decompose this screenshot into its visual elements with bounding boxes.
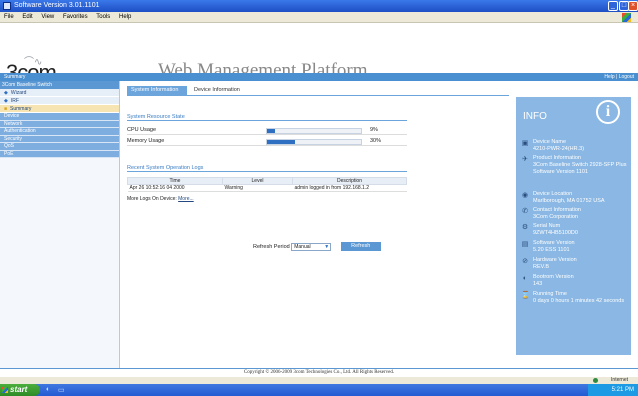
cpu-usage-fill bbox=[267, 129, 276, 133]
refresh-button[interactable]: Refresh bbox=[340, 242, 381, 252]
memory-usage-value: 30% bbox=[370, 138, 382, 144]
refresh-controls: Refresh Period Manual ▼ Refresh bbox=[253, 242, 381, 252]
column-header-description: Description bbox=[292, 177, 407, 185]
sidebar-item-summary[interactable]: ■ Summary bbox=[0, 105, 119, 113]
log-time: Apr 26 10:52:16 04 2000 bbox=[127, 184, 223, 192]
close-button[interactable]: × bbox=[628, 1, 638, 11]
sidebar: 3Com Baseline Switch ◆ Wizard ◆ IRF ■ Summa… bbox=[0, 81, 120, 368]
log-description: admin logged in from 192.168.1.2 bbox=[292, 184, 407, 192]
sidebar-item-authentication[interactable]: Authentication bbox=[0, 128, 119, 136]
menu-edit[interactable]: Edit bbox=[22, 14, 32, 20]
cpu-usage-bar bbox=[266, 128, 362, 134]
info-value: 9ZWT4HB5100D0 bbox=[533, 229, 578, 236]
info-icon: i bbox=[596, 100, 620, 124]
menu-favorites[interactable]: Favorites bbox=[63, 14, 88, 20]
quicklaunch-desktop-icon[interactable]: ▭ bbox=[58, 386, 65, 394]
memory-usage-label: Memory Usage bbox=[127, 138, 165, 144]
info-value: REV.B bbox=[533, 263, 550, 270]
table-row: Apr 26 10:52:16 04 2000 Warning admin lo… bbox=[127, 184, 407, 192]
logs-section-title: Recent System Operation Logs bbox=[127, 164, 407, 172]
main-content: System Information Device Information Sy… bbox=[121, 81, 515, 368]
memory-usage-bar bbox=[266, 139, 362, 145]
system-tray: 5:21 PM bbox=[588, 384, 638, 396]
info-value: 4210-PWR-24(HR.3) bbox=[533, 145, 585, 152]
running-time-icon: ⌛ bbox=[521, 292, 530, 299]
device-location-icon: ◉ bbox=[521, 192, 529, 199]
cpu-usage-value: 9% bbox=[370, 127, 378, 133]
tree-node-icon: ■ bbox=[4, 106, 8, 112]
product-info-icon: ✈ bbox=[522, 156, 528, 163]
refresh-period-label: Refresh Period bbox=[253, 244, 290, 250]
tab-device-information[interactable]: Device Information bbox=[190, 86, 262, 95]
nav-strip: Summary Help | Logout bbox=[0, 73, 638, 81]
serial-number-icon: ⚙ bbox=[521, 224, 529, 231]
browser-window: Software Version 3.01.1101 _ □ × File Ed… bbox=[0, 0, 638, 396]
sidebar-item-poe[interactable]: PoE bbox=[0, 150, 119, 158]
tab-underline bbox=[127, 95, 509, 96]
column-header-time: Time bbox=[127, 177, 223, 185]
menu-help[interactable]: Help bbox=[119, 14, 131, 20]
start-button[interactable]: start bbox=[0, 384, 40, 396]
contact-info-icon: ✆ bbox=[522, 208, 528, 215]
taskbar: start ◐ ▭ 5:21 PM bbox=[0, 384, 638, 396]
minimize-button[interactable]: _ bbox=[608, 1, 618, 11]
cpu-usage-row: CPU Usage 9% bbox=[127, 126, 407, 135]
sidebar-item-qos[interactable]: QoS bbox=[0, 143, 119, 151]
info-value: 0 days 0 hours 1 minutes 42 seconds bbox=[533, 297, 625, 304]
info-value: 5.20 ESS 1101 bbox=[533, 246, 570, 253]
table-header-row: Time Level Description bbox=[127, 177, 407, 185]
more-logs-line: More Logs On Device: More... bbox=[127, 196, 194, 202]
logs-table: Time Level Description Apr 26 10:52:16 0… bbox=[127, 177, 407, 192]
software-version-icon: ▤ bbox=[521, 241, 529, 248]
copyright-footer: Copyright © 2006-2009 3com Technologies … bbox=[0, 368, 638, 377]
sidebar-item-security[interactable]: Security bbox=[0, 135, 119, 143]
info-value: 3Com Corporation bbox=[533, 213, 578, 220]
info-value: Marlborough, MA 01752 USA bbox=[533, 197, 605, 204]
windows-logo-icon bbox=[622, 13, 631, 22]
sidebar-item-device[interactable]: Device bbox=[0, 113, 119, 121]
app-icon bbox=[3, 2, 11, 10]
help-logout-links[interactable]: Help | Logout bbox=[604, 73, 634, 81]
breadcrumb: Summary bbox=[4, 74, 26, 80]
internet-zone-icon bbox=[593, 378, 598, 383]
device-name-icon: ▣ bbox=[521, 140, 529, 147]
windows-flag-icon bbox=[2, 387, 8, 393]
tree-node-icon: ◆ bbox=[4, 90, 8, 96]
info-value: 3Com Baseline Switch 2928-SFP Plus Softw… bbox=[533, 161, 627, 175]
window-title: Software Version 3.01.1101 bbox=[14, 2, 100, 9]
column-header-level: Level bbox=[222, 177, 293, 185]
quicklaunch-browser-icon[interactable]: ◐ bbox=[46, 386, 50, 393]
sidebar-item-wizard[interactable]: ◆ Wizard bbox=[0, 89, 119, 97]
window-titlebar: Software Version 3.01.1101 _ □ × bbox=[0, 0, 638, 12]
more-logs-label: More Logs On Device: bbox=[127, 196, 177, 202]
menu-file[interactable]: File bbox=[4, 14, 14, 20]
more-logs-link[interactable]: More... bbox=[178, 196, 194, 202]
memory-usage-fill bbox=[267, 140, 296, 144]
info-panel-title: INFO bbox=[523, 111, 547, 122]
bootrom-version-icon: ◐ bbox=[522, 275, 528, 282]
hardware-version-icon: ⊘ bbox=[522, 258, 528, 265]
menu-view[interactable]: View bbox=[41, 14, 54, 20]
log-level: Warning bbox=[222, 184, 293, 192]
sidebar-item-network[interactable]: Network bbox=[0, 120, 119, 128]
info-value: 143 bbox=[533, 280, 543, 287]
memory-usage-row: Memory Usage 30% bbox=[127, 137, 407, 146]
tree-node-icon: ◆ bbox=[4, 98, 8, 104]
tab-system-information[interactable]: System Information bbox=[127, 86, 187, 95]
header-banner: ⌒∿ 3com Web Management Platform bbox=[0, 24, 638, 85]
security-zone-label: Internet bbox=[611, 377, 628, 383]
status-bar: Internet bbox=[0, 377, 638, 384]
refresh-period-select[interactable]: Manual ▼ bbox=[291, 242, 332, 251]
sidebar-header: 3Com Baseline Switch bbox=[0, 81, 119, 89]
cpu-usage-label: CPU Usage bbox=[127, 127, 157, 133]
sidebar-item-irf[interactable]: ◆ IRF bbox=[0, 97, 119, 105]
clock: 5:21 PM bbox=[611, 387, 634, 393]
info-panel: INFO i ▣ Device Name 4210-PWR-24(HR.3) ✈… bbox=[516, 97, 631, 355]
chevron-down-icon: ▼ bbox=[324, 243, 330, 250]
menu-tools[interactable]: Tools bbox=[96, 14, 110, 20]
resource-section-title: System Resource State bbox=[127, 113, 407, 121]
menu-bar: File Edit View Favorites Tools Help bbox=[0, 12, 638, 23]
